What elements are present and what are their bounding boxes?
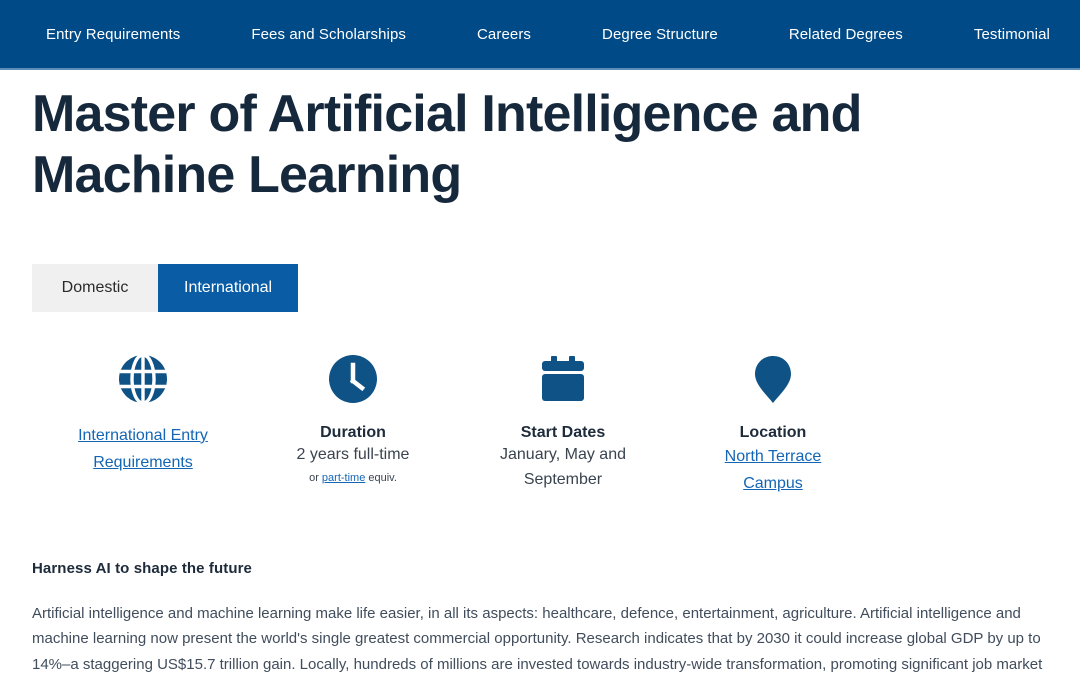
main-content: Master of Artificial Intelligence and Ma… — [0, 84, 1080, 678]
body-section: Harness AI to shape the future Artificia… — [32, 560, 1048, 678]
value-duration: 2 years full-time — [296, 446, 410, 464]
globe-icon — [117, 350, 169, 408]
nav-item-entry-requirements[interactable]: Entry Requirements — [46, 26, 180, 43]
clock-icon — [327, 350, 379, 408]
link-north-terrace-campus-line2[interactable]: Campus — [743, 470, 803, 497]
course-info-row: International Entry Requirements Duratio… — [32, 350, 1048, 498]
calendar-icon — [537, 350, 589, 408]
label-duration: Duration — [320, 423, 386, 441]
info-column-location: Location North Terrace Campus — [668, 350, 878, 498]
duration-sub-suffix: equiv. — [365, 472, 397, 485]
nav-item-related-degrees[interactable]: Related Degrees — [789, 26, 903, 43]
link-international-entry-requirements-line1[interactable]: International Entry — [78, 422, 208, 449]
page-title: Master of Artificial Intelligence and Ma… — [32, 85, 862, 204]
info-column-entry-requirements: International Entry Requirements — [38, 350, 248, 498]
duration-sub-prefix: or — [309, 472, 322, 485]
nav-item-testimonial[interactable]: Testimonial — [974, 26, 1050, 43]
tab-domestic[interactable]: Domestic — [32, 263, 158, 312]
body-paragraph: Artificial intelligence and machine lear… — [32, 604, 1043, 674]
tab-international[interactable]: International — [158, 263, 299, 312]
nav-item-careers[interactable]: Careers — [477, 26, 531, 43]
nav-item-degree-structure[interactable]: Degree Structure — [602, 26, 718, 43]
label-location: Location — [739, 423, 807, 441]
value-start-dates-line2: September — [523, 471, 603, 489]
link-part-time[interactable]: part-time — [322, 472, 365, 484]
label-start-dates: Start Dates — [520, 423, 606, 441]
body-heading: Harness AI to shape the future — [32, 559, 252, 577]
nav-item-fees-and-scholarships[interactable]: Fees and Scholarships — [251, 26, 406, 43]
link-north-terrace-campus-line1[interactable]: North Terrace — [725, 443, 822, 470]
map-pin-icon — [747, 350, 799, 408]
info-column-start-dates: Start Dates January, May and September — [458, 350, 668, 498]
nav-list: Entry Requirements Fees and Scholarships… — [30, 26, 1050, 43]
audience-tab-bar: Domestic International — [32, 263, 1048, 312]
value-start-dates-line1: January, May and — [500, 446, 626, 464]
duration-sub-note: or part-time equiv. — [309, 472, 397, 484]
link-international-entry-requirements-line2[interactable]: Requirements — [93, 449, 193, 476]
top-navigation-bar: Entry Requirements Fees and Scholarships… — [0, 0, 1080, 70]
info-column-duration: Duration 2 years full-time or part-time … — [248, 350, 458, 498]
